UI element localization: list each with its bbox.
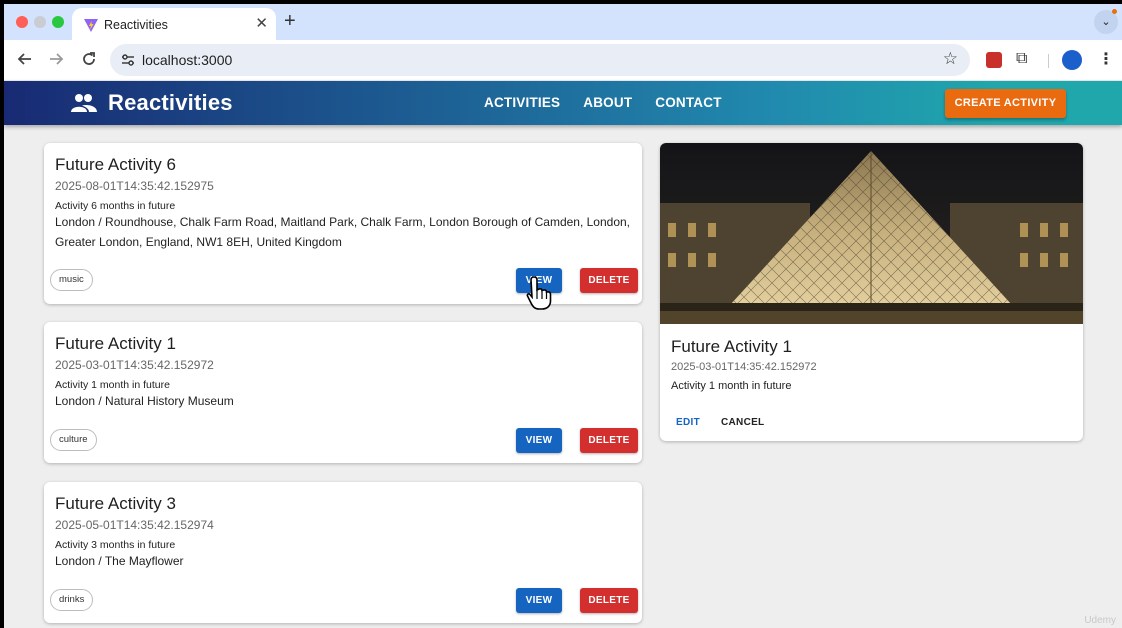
activity-title: Future Activity 1	[55, 334, 176, 353]
activity-description: Activity 1 month in future	[55, 379, 170, 391]
activity-date: 2025-05-01T14:35:42.152974	[55, 518, 214, 532]
activity-image	[660, 143, 1083, 324]
nav-link-contact[interactable]: CONTACT	[655, 95, 721, 110]
category-chip: music	[50, 269, 93, 291]
tab-strip: Reactivities ✕ + ⌄	[4, 4, 1122, 40]
activity-card: Future Activity 1 2025-03-01T14:35:42.15…	[44, 322, 642, 463]
maximize-window-button[interactable]	[52, 16, 64, 28]
delete-button[interactable]: DELETE	[580, 268, 638, 293]
view-button[interactable]: VIEW	[516, 428, 562, 453]
activity-venue: London / Natural History Museum	[55, 394, 234, 408]
vite-favicon-icon	[84, 19, 98, 32]
browser-toolbar: localhost:3000 ☆ ⧉ ⋮	[4, 40, 1122, 80]
reload-icon[interactable]	[80, 50, 98, 68]
new-tab-button[interactable]: +	[284, 10, 296, 32]
minimize-window-button[interactable]	[34, 16, 46, 28]
brand-name: Reactivities	[108, 90, 233, 115]
app-navbar: Reactivities ACTIVITIES ABOUT CONTACT CR…	[4, 81, 1122, 125]
delete-button[interactable]: DELETE	[580, 428, 638, 453]
bookmark-star-icon[interactable]: ☆	[943, 49, 958, 69]
category-chip: drinks	[50, 589, 94, 611]
url-text: localhost:3000	[142, 52, 233, 68]
category-chip: culture	[50, 429, 97, 451]
edit-button[interactable]: EDIT	[676, 417, 700, 428]
activity-detail-card: Future Activity 1 2025-03-01T14:35:42.15…	[660, 143, 1083, 441]
detail-title: Future Activity 1	[671, 337, 792, 356]
close-tab-icon[interactable]: ✕	[255, 14, 268, 32]
extension-icon[interactable]	[986, 52, 1002, 68]
activity-description: Activity 3 months in future	[55, 539, 176, 551]
delete-button[interactable]: DELETE	[580, 588, 638, 613]
activity-description: Activity 6 months in future	[55, 200, 176, 212]
nav-link-about[interactable]: ABOUT	[583, 95, 632, 110]
profile-avatar-icon[interactable]	[1062, 50, 1082, 70]
detail-date: 2025-03-01T14:35:42.152972	[671, 361, 817, 373]
nav-links: ACTIVITIES ABOUT CONTACT	[484, 95, 745, 110]
hand-cursor-icon	[526, 276, 552, 310]
nav-link-activities[interactable]: ACTIVITIES	[484, 95, 560, 110]
brand[interactable]: Reactivities	[70, 89, 233, 117]
cancel-button[interactable]: CANCEL	[721, 417, 764, 428]
forward-arrow-icon[interactable]	[47, 50, 65, 68]
activity-venue: London / Roundhouse, Chalk Farm Road, Ma…	[55, 215, 631, 249]
browser-menu-icon[interactable]: ⋮	[1098, 49, 1114, 69]
detail-description: Activity 1 month in future	[671, 380, 792, 392]
watermark: Udemy	[1084, 615, 1116, 626]
extensions-puzzle-icon[interactable]: ⧉	[1016, 50, 1027, 68]
activity-title: Future Activity 6	[55, 155, 176, 174]
close-window-button[interactable]	[16, 16, 28, 28]
activity-title: Future Activity 3	[55, 494, 176, 513]
activity-date: 2025-03-01T14:35:42.152972	[55, 358, 214, 372]
browser-window: Reactivities ✕ + ⌄ localhost:3000 ☆ ⧉ ⋮	[4, 4, 1122, 628]
browser-tab[interactable]: Reactivities ✕	[72, 8, 276, 40]
group-icon	[71, 94, 97, 112]
create-activity-button[interactable]: CREATE ACTIVITY	[945, 89, 1066, 118]
notification-dot	[1112, 9, 1117, 14]
activity-card: Future Activity 3 2025-05-01T14:35:42.15…	[44, 482, 642, 623]
view-button[interactable]: VIEW	[516, 588, 562, 613]
site-info-icon[interactable]	[120, 52, 136, 68]
activity-venue: London / The Mayflower	[55, 554, 184, 568]
back-arrow-icon[interactable]	[16, 50, 34, 68]
address-bar[interactable]: localhost:3000 ☆	[110, 44, 970, 76]
tab-title: Reactivities	[104, 18, 168, 32]
toolbar-divider	[1048, 54, 1049, 68]
activity-date: 2025-08-01T14:35:42.152975	[55, 179, 214, 193]
